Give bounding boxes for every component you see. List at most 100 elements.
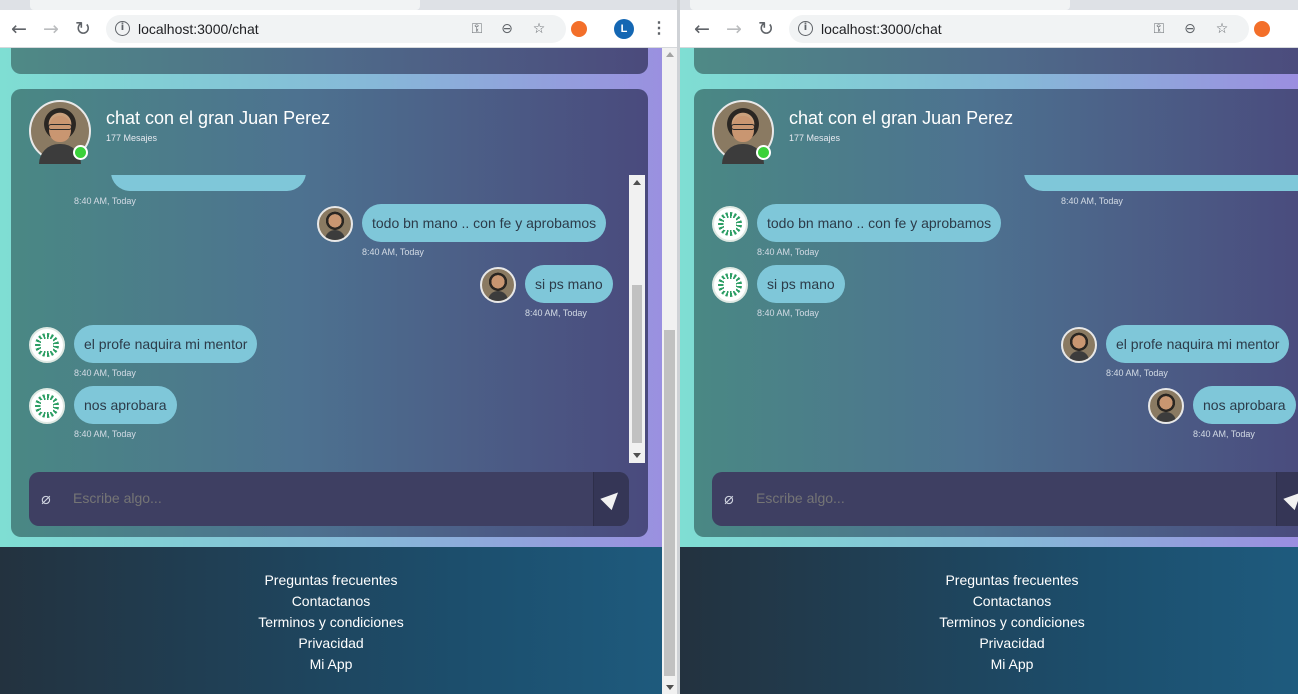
- message-bubble: nos aprobara: [1193, 386, 1296, 424]
- message-row: si ps mano 8:40 AM, Today: [11, 265, 648, 325]
- message-time: 8:40 AM, Today: [362, 247, 424, 257]
- chat-card: chat con el gran Juan Perez 177 Mesajes …: [11, 89, 648, 537]
- sender-avatar[interactable]: [480, 267, 516, 303]
- message-bubble: si ps mano: [525, 265, 613, 303]
- message-count: 177 Mesajes: [106, 133, 158, 143]
- chat-title: chat con el gran Juan Perez: [106, 108, 331, 128]
- message-bubble: el profe naquira mi mentor: [1106, 325, 1290, 363]
- extension-icon[interactable]: [571, 21, 587, 37]
- scroll-down-icon[interactable]: [633, 453, 641, 458]
- footer-link-contact[interactable]: Contactanos: [680, 593, 1298, 609]
- browser-window-left: ← → ↻ i localhost:3000/chat ⚿ ⊖ ☆ L ⋮ ch…: [0, 0, 677, 694]
- page-viewport: chat con el gran Juan Perez 177 Mesajes …: [680, 48, 1298, 694]
- reload-icon[interactable]: ↻: [72, 18, 94, 40]
- back-arrow-icon[interactable]: ←: [691, 18, 713, 40]
- back-arrow-icon[interactable]: ←: [8, 18, 30, 40]
- message-time: 8:40 AM, Today: [525, 308, 587, 318]
- zoom-out-icon[interactable]: ⊖: [498, 20, 516, 38]
- extension-icon[interactable]: [1254, 21, 1270, 37]
- footer-link-contact[interactable]: Contactanos: [0, 593, 662, 609]
- message-row: todo bn mano .. con fe y aprobamos 8:40 …: [694, 204, 1298, 264]
- footer-link-faq[interactable]: Preguntas frecuentes: [680, 572, 1298, 588]
- info-icon[interactable]: i: [115, 21, 130, 36]
- online-status-dot: [756, 145, 771, 160]
- scroll-thumb[interactable]: [632, 285, 642, 443]
- tab[interactable]: [30, 0, 420, 10]
- forward-arrow-icon[interactable]: →: [723, 18, 745, 40]
- message-list[interactable]: 8:40 AM, Today todo bn mano .. con fe y …: [694, 175, 1298, 467]
- message-row: todo bn mano .. con fe y aprobamos 8:40 …: [11, 204, 648, 264]
- key-icon[interactable]: ⚿: [1150, 20, 1168, 38]
- menu-icon[interactable]: ⋮: [651, 19, 667, 39]
- tab-strip: [680, 0, 1298, 10]
- message-bubble: nos aprobara: [74, 386, 177, 424]
- reload-icon[interactable]: ↻: [755, 18, 777, 40]
- message-row: nos aprobara 8:40 AM, Today: [11, 386, 648, 446]
- message-time: 8:40 AM, Today: [1193, 429, 1255, 439]
- page-viewport: chat con el gran Juan Perez 177 Mesajes …: [0, 48, 677, 694]
- footer: Preguntas frecuentes Contactanos Termino…: [680, 547, 1298, 694]
- page-scroll-thumb[interactable]: [664, 330, 675, 676]
- profile-avatar[interactable]: L: [614, 19, 634, 39]
- url-text[interactable]: localhost:3000/chat: [138, 21, 259, 37]
- zoom-out-icon[interactable]: ⊖: [1181, 20, 1199, 38]
- message-row: el profe naquira mi mentor 8:40 AM, Toda…: [694, 325, 1298, 385]
- previous-card: [694, 48, 1298, 74]
- forward-arrow-icon[interactable]: →: [40, 18, 62, 40]
- key-icon[interactable]: ⚿: [468, 20, 486, 38]
- scroll-up-icon[interactable]: [633, 180, 641, 185]
- browser-window-right: ← → ↻ i localhost:3000/chat ⚿ ⊖ ☆ chat c…: [680, 0, 1298, 694]
- receiver-avatar[interactable]: [712, 267, 748, 303]
- message-row: nos aprobara 8:40 AM, Today: [694, 386, 1298, 446]
- page-scroll-down-icon[interactable]: [666, 685, 674, 690]
- footer-link-privacy[interactable]: Privacidad: [0, 635, 662, 651]
- footer-link-app[interactable]: Mi App: [0, 656, 662, 672]
- message-list[interactable]: 8:40 AM, Today todo bn mano .. con fe y …: [11, 175, 648, 467]
- star-icon[interactable]: ☆: [1213, 20, 1231, 38]
- message-time: 8:40 AM, Today: [1106, 368, 1168, 378]
- address-bar[interactable]: i localhost:3000/chat ⚿ ⊖ ☆: [789, 15, 1249, 43]
- footer: Preguntas frecuentes Contactanos Termino…: [0, 547, 677, 694]
- message-bubble: el profe naquira mi mentor: [74, 325, 258, 363]
- footer-link-terms[interactable]: Terminos y condiciones: [680, 614, 1298, 630]
- message-bubble: si ps mano: [757, 265, 845, 303]
- footer-link-faq[interactable]: Preguntas frecuentes: [0, 572, 662, 588]
- message-time: 8:40 AM, Today: [757, 308, 819, 318]
- page-scroll-up-icon[interactable]: [666, 52, 674, 57]
- message-bubble: [1024, 175, 1298, 191]
- send-icon: [600, 486, 624, 511]
- sender-avatar[interactable]: [317, 206, 353, 242]
- page-scrollbar[interactable]: [662, 48, 677, 694]
- browser-toolbar: ← → ↻ i localhost:3000/chat ⚿ ⊖ ☆ L ⋮: [0, 10, 677, 48]
- footer-link-terms[interactable]: Terminos y condiciones: [0, 614, 662, 630]
- footer-link-privacy[interactable]: Privacidad: [680, 635, 1298, 651]
- receiver-avatar[interactable]: [29, 388, 65, 424]
- receiver-avatar[interactable]: [29, 327, 65, 363]
- attach-icon[interactable]: ⌀: [39, 490, 53, 508]
- message-row: si ps mano 8:40 AM, Today: [694, 265, 1298, 325]
- message-bubble: todo bn mano .. con fe y aprobamos: [362, 204, 607, 242]
- info-icon[interactable]: i: [798, 21, 813, 36]
- star-icon[interactable]: ☆: [530, 20, 548, 38]
- send-icon: [1283, 486, 1298, 511]
- receiver-avatar[interactable]: [712, 206, 748, 242]
- message-input[interactable]: [756, 490, 1216, 506]
- message-bubble: [111, 175, 306, 191]
- footer-link-app[interactable]: Mi App: [680, 656, 1298, 672]
- chat-header: chat con el gran Juan Perez 177 Mesajes: [11, 89, 648, 175]
- url-text[interactable]: localhost:3000/chat: [821, 21, 942, 37]
- message-count: 177 Mesajes: [789, 133, 841, 143]
- sender-avatar[interactable]: [1061, 327, 1097, 363]
- attach-icon[interactable]: ⌀: [722, 490, 736, 508]
- message-time: 8:40 AM, Today: [757, 247, 819, 257]
- message-composer: ⌀: [712, 472, 1298, 526]
- address-bar[interactable]: i localhost:3000/chat ⚿ ⊖ ☆: [106, 15, 566, 43]
- message-row: el profe naquira mi mentor 8:40 AM, Toda…: [11, 325, 648, 385]
- message-input[interactable]: [73, 490, 533, 506]
- chat-card: chat con el gran Juan Perez 177 Mesajes …: [694, 89, 1298, 537]
- message-scrollbar[interactable]: [629, 175, 645, 463]
- send-button[interactable]: [593, 472, 629, 526]
- tab[interactable]: [690, 0, 1070, 10]
- send-button[interactable]: [1276, 472, 1298, 526]
- sender-avatar[interactable]: [1148, 388, 1184, 424]
